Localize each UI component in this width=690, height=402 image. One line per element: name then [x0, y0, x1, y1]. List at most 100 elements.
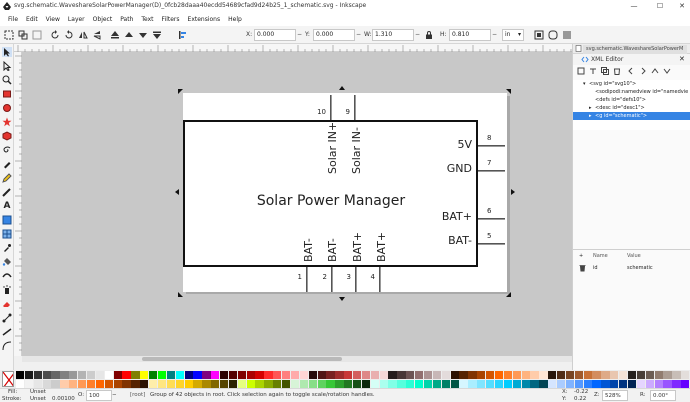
color-swatch[interactable]: [16, 380, 25, 388]
color-swatch[interactable]: [60, 371, 69, 379]
no-paint-swatch[interactable]: [2, 371, 14, 387]
measure-tool-icon[interactable]: [2, 327, 12, 337]
close-icon[interactable]: ✕: [674, 0, 690, 12]
color-swatch[interactable]: [468, 380, 477, 388]
connector-tool-icon[interactable]: [2, 313, 12, 323]
color-swatch[interactable]: [530, 380, 539, 388]
pen-tool-icon[interactable]: [2, 159, 12, 169]
color-swatch[interactable]: [246, 380, 255, 388]
color-swatch[interactable]: [113, 371, 122, 379]
color-swatch[interactable]: [450, 380, 459, 388]
color-swatch[interactable]: [592, 380, 601, 388]
attr-name[interactable]: id: [593, 265, 598, 271]
color-swatch[interactable]: [459, 371, 468, 379]
gradient-tool-icon[interactable]: [2, 215, 12, 225]
color-swatch[interactable]: [202, 371, 211, 379]
color-swatch[interactable]: [556, 371, 566, 379]
color-swatch[interactable]: [317, 380, 326, 388]
color-swatch[interactable]: [503, 380, 513, 388]
color-swatch[interactable]: [42, 380, 51, 388]
color-swatch[interactable]: [397, 380, 406, 388]
x-minus-icon[interactable]: −: [297, 29, 302, 41]
lower-to-bottom-icon[interactable]: [152, 30, 162, 40]
color-swatch[interactable]: [344, 380, 353, 388]
color-swatch[interactable]: [521, 371, 530, 379]
color-swatch[interactable]: [627, 371, 637, 379]
color-swatch[interactable]: [681, 371, 690, 379]
raise-node-icon[interactable]: [651, 67, 659, 75]
indent-node-icon[interactable]: [639, 67, 647, 75]
color-swatch[interactable]: [370, 371, 379, 379]
color-swatch[interactable]: [299, 380, 309, 388]
h-input[interactable]: 0.810: [449, 29, 491, 41]
color-swatch[interactable]: [122, 371, 131, 379]
flip-vertical-icon[interactable]: [92, 30, 102, 40]
color-swatch[interactable]: [539, 371, 548, 379]
color-swatch[interactable]: [672, 380, 681, 388]
color-swatch[interactable]: [228, 380, 238, 388]
attribute-row[interactable]: id schematic: [573, 264, 690, 273]
paint-bucket-tool-icon[interactable]: [2, 257, 12, 267]
color-swatch[interactable]: [494, 371, 504, 379]
tweak-tool-icon[interactable]: [2, 271, 12, 281]
lpe-tool-icon[interactable]: [2, 341, 12, 351]
color-swatch[interactable]: [264, 371, 273, 379]
menu-text[interactable]: Text: [137, 16, 157, 23]
color-swatch[interactable]: [157, 380, 167, 388]
color-swatch[interactable]: [69, 380, 78, 388]
raise-icon[interactable]: [124, 30, 134, 40]
star-tool-icon[interactable]: [2, 117, 12, 127]
color-swatch[interactable]: [548, 380, 557, 388]
lock-icon[interactable]: [424, 30, 434, 40]
menu-edit[interactable]: Edit: [22, 16, 42, 23]
color-swatch[interactable]: [326, 371, 335, 379]
color-swatch[interactable]: [290, 371, 300, 379]
color-swatch[interactable]: [335, 371, 344, 379]
color-swatch[interactable]: [388, 380, 397, 388]
color-swatch[interactable]: [406, 380, 415, 388]
color-swatch[interactable]: [42, 371, 51, 379]
color-swatch[interactable]: [237, 380, 246, 388]
color-swatch[interactable]: [406, 371, 415, 379]
menu-view[interactable]: View: [42, 16, 64, 23]
color-swatch[interactable]: [423, 371, 433, 379]
color-swatch[interactable]: [33, 380, 42, 388]
color-swatch[interactable]: [486, 371, 495, 379]
panel-divider[interactable]: [573, 249, 690, 250]
align-distribute-icon[interactable]: [178, 30, 188, 40]
color-swatch[interactable]: [86, 371, 96, 379]
minimize-icon[interactable]: —: [626, 0, 642, 12]
color-swatch[interactable]: [379, 371, 388, 379]
color-swatch[interactable]: [131, 380, 140, 388]
color-swatch[interactable]: [370, 380, 379, 388]
color-swatch[interactable]: [140, 380, 149, 388]
opacity-input[interactable]: 100: [86, 390, 112, 401]
xml-node[interactable]: ▸ <desc id="desc1">: [573, 104, 690, 112]
3d-box-tool-icon[interactable]: [2, 131, 12, 141]
duplicate-node-icon[interactable]: [601, 67, 609, 75]
color-swatch[interactable]: [353, 371, 362, 379]
color-swatch[interactable]: [24, 380, 34, 388]
color-swatch[interactable]: [149, 380, 158, 388]
x-input[interactable]: 0.000: [254, 29, 296, 41]
color-swatch[interactable]: [104, 380, 113, 388]
color-swatch[interactable]: [512, 371, 521, 379]
opacity-minus-icon[interactable]: −: [112, 392, 117, 398]
color-swatch[interactable]: [441, 371, 450, 379]
color-swatch[interactable]: [450, 371, 459, 379]
xml-node[interactable]: <sodipodi:namedview id="namedvie: [573, 88, 690, 96]
h-minus-icon[interactable]: −: [492, 29, 497, 41]
color-swatch[interactable]: [494, 380, 504, 388]
rectangle-tool-icon[interactable]: [2, 89, 12, 99]
ellipse-tool-icon[interactable]: [2, 103, 12, 113]
scrollbar-thumb[interactable]: [142, 357, 342, 361]
color-swatch[interactable]: [211, 371, 220, 379]
color-swatch[interactable]: [78, 371, 87, 379]
eraser-tool-icon[interactable]: [2, 299, 12, 309]
new-element-node-icon[interactable]: [577, 67, 585, 75]
selector-tool-icon[interactable]: [2, 47, 12, 57]
raise-to-top-icon[interactable]: [110, 30, 120, 40]
menu-object[interactable]: Object: [89, 16, 117, 23]
xml-node[interactable]: ▸ <g id="schematic">: [573, 112, 690, 120]
rotation-input[interactable]: 0.00°: [650, 390, 676, 401]
